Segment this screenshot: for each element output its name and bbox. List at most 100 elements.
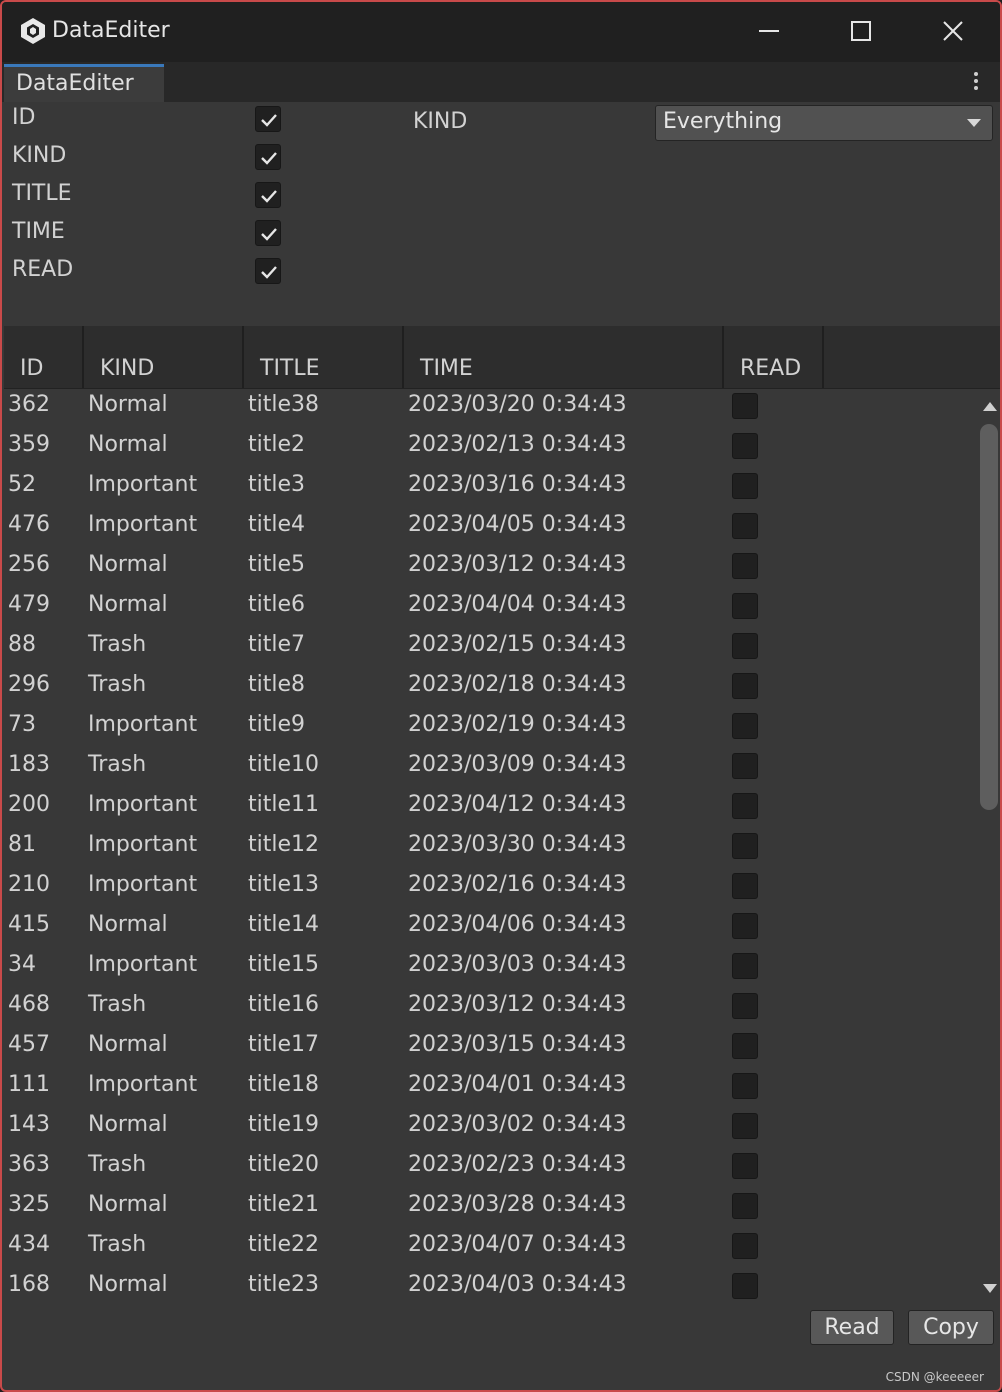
cell-id: 73 xyxy=(8,712,36,737)
table-row[interactable]: 111 Important title18 2023/04/01 0:34:43 xyxy=(4,1070,974,1110)
table-row[interactable]: 200 Important title11 2023/04/12 0:34:43 xyxy=(4,790,974,830)
read-checkbox[interactable] xyxy=(732,433,758,459)
table-row[interactable]: 325 Normal title21 2023/03/28 0:34:43 xyxy=(4,1190,974,1230)
toggle-time[interactable]: TIME xyxy=(2,216,302,254)
cell-title: title22 xyxy=(248,1232,320,1257)
read-checkbox[interactable] xyxy=(732,633,758,659)
read-checkbox[interactable] xyxy=(732,1153,758,1179)
cell-kind: Important xyxy=(88,1072,198,1097)
cell-id: 468 xyxy=(8,992,50,1017)
cell-id: 88 xyxy=(8,632,36,657)
table-row[interactable]: 362 Normal title38 2023/03/20 0:34:43 xyxy=(4,390,974,430)
table-row[interactable]: 183 Trash title10 2023/03/09 0:34:43 xyxy=(4,750,974,790)
kind-filter-dropdown[interactable]: Everything xyxy=(655,105,993,141)
read-checkbox[interactable] xyxy=(732,1073,758,1099)
read-checkbox[interactable] xyxy=(732,713,758,739)
read-checkbox[interactable] xyxy=(732,993,758,1019)
vertical-scrollbar[interactable] xyxy=(976,390,1000,1304)
toggle-id[interactable]: ID xyxy=(2,102,302,140)
table-row[interactable]: 434 Trash title22 2023/04/07 0:34:43 xyxy=(4,1230,974,1270)
read-checkbox[interactable] xyxy=(732,793,758,819)
read-checkbox[interactable] xyxy=(732,1233,758,1259)
tab-dataediter[interactable]: DataEditer xyxy=(4,64,164,102)
table-row[interactable]: 415 Normal title14 2023/04/06 0:34:43 xyxy=(4,910,974,950)
cell-kind: Trash xyxy=(88,672,147,697)
read-checkbox[interactable] xyxy=(732,1033,758,1059)
read-checkbox[interactable] xyxy=(732,673,758,699)
toggle-read-checkbox[interactable] xyxy=(255,258,281,284)
maximize-button[interactable] xyxy=(816,2,908,62)
read-checkbox[interactable] xyxy=(732,553,758,579)
cell-id: 296 xyxy=(8,672,50,697)
column-header-kind[interactable]: KIND xyxy=(84,326,244,388)
column-header-read[interactable]: READ xyxy=(724,326,824,388)
table-row[interactable]: 468 Trash title16 2023/03/12 0:34:43 xyxy=(4,990,974,1030)
cell-title: title13 xyxy=(248,872,320,897)
toggle-title-checkbox[interactable] xyxy=(255,182,281,208)
table-row[interactable]: 457 Normal title17 2023/03/15 0:34:43 xyxy=(4,1030,974,1070)
toggle-id-checkbox[interactable] xyxy=(255,106,281,132)
close-button[interactable] xyxy=(908,2,1000,62)
toggle-kind[interactable]: KIND xyxy=(2,140,302,178)
cell-kind: Normal xyxy=(88,1032,168,1057)
toggle-read[interactable]: READ xyxy=(2,254,302,292)
read-checkbox[interactable] xyxy=(732,513,758,539)
scroll-up-icon[interactable] xyxy=(982,400,998,412)
column-header-time[interactable]: TIME xyxy=(404,326,724,388)
column-header-title[interactable]: TITLE xyxy=(244,326,404,388)
cell-title: title19 xyxy=(248,1112,320,1137)
cell-kind: Important xyxy=(88,792,198,817)
read-checkbox[interactable] xyxy=(732,473,758,499)
read-checkbox[interactable] xyxy=(732,593,758,619)
read-checkbox[interactable] xyxy=(732,1273,758,1299)
table-row[interactable]: 88 Trash title7 2023/02/15 0:34:43 xyxy=(4,630,974,670)
scroll-down-icon[interactable] xyxy=(982,1283,998,1295)
table-row[interactable]: 143 Normal title19 2023/03/02 0:34:43 xyxy=(4,1110,974,1150)
table-row[interactable]: 81 Important title12 2023/03/30 0:34:43 xyxy=(4,830,974,870)
read-checkbox[interactable] xyxy=(732,393,758,419)
read-checkbox[interactable] xyxy=(732,873,758,899)
column-header-id[interactable]: ID xyxy=(4,326,84,388)
cell-id: 325 xyxy=(8,1192,50,1217)
title-bar[interactable]: DataEditer xyxy=(2,2,1000,62)
table-row[interactable]: 256 Normal title5 2023/03/12 0:34:43 xyxy=(4,550,974,590)
read-checkbox[interactable] xyxy=(732,833,758,859)
scrollbar-thumb[interactable] xyxy=(980,424,998,810)
cell-kind: Normal xyxy=(88,1272,168,1297)
toggle-title[interactable]: TITLE xyxy=(2,178,302,216)
read-checkbox[interactable] xyxy=(732,953,758,979)
table-row[interactable]: 476 Important title4 2023/04/05 0:34:43 xyxy=(4,510,974,550)
unity-logo-icon xyxy=(21,18,45,44)
kebab-menu-icon[interactable] xyxy=(968,70,984,94)
read-checkbox[interactable] xyxy=(732,1193,758,1219)
cell-time: 2023/04/12 0:34:43 xyxy=(408,792,627,817)
cell-time: 2023/02/15 0:34:43 xyxy=(408,632,627,657)
cell-title: title3 xyxy=(248,472,306,497)
table-row[interactable]: 210 Important title13 2023/02/16 0:34:43 xyxy=(4,870,974,910)
toggle-kind-checkbox[interactable] xyxy=(255,144,281,170)
read-button[interactable]: Read xyxy=(810,1310,894,1345)
table-row[interactable]: 359 Normal title2 2023/02/13 0:34:43 xyxy=(4,430,974,470)
table-row[interactable]: 73 Important title9 2023/02/19 0:34:43 xyxy=(4,710,974,750)
cell-time: 2023/03/30 0:34:43 xyxy=(408,832,627,857)
toggle-time-checkbox[interactable] xyxy=(255,220,281,246)
cell-title: title21 xyxy=(248,1192,320,1217)
cell-title: title20 xyxy=(248,1152,320,1177)
read-checkbox[interactable] xyxy=(732,1113,758,1139)
cell-title: title16 xyxy=(248,992,320,1017)
table-row[interactable]: 168 Normal title23 2023/04/03 0:34:43 xyxy=(4,1270,974,1304)
cell-id: 34 xyxy=(8,952,36,977)
table-row[interactable]: 363 Trash title20 2023/02/23 0:34:43 xyxy=(4,1150,974,1190)
read-checkbox[interactable] xyxy=(732,913,758,939)
copy-button[interactable]: Copy xyxy=(908,1310,994,1345)
table-row[interactable]: 296 Trash title8 2023/02/18 0:34:43 xyxy=(4,670,974,710)
minimize-button[interactable] xyxy=(724,2,816,62)
column-header-label: ID xyxy=(20,356,44,381)
table-row[interactable]: 34 Important title15 2023/03/03 0:34:43 xyxy=(4,950,974,990)
toggle-label: ID xyxy=(12,105,36,130)
cell-time: 2023/03/16 0:34:43 xyxy=(408,472,627,497)
cell-title: title5 xyxy=(248,552,306,577)
read-checkbox[interactable] xyxy=(732,753,758,779)
table-row[interactable]: 479 Normal title6 2023/04/04 0:34:43 xyxy=(4,590,974,630)
table-row[interactable]: 52 Important title3 2023/03/16 0:34:43 xyxy=(4,470,974,510)
